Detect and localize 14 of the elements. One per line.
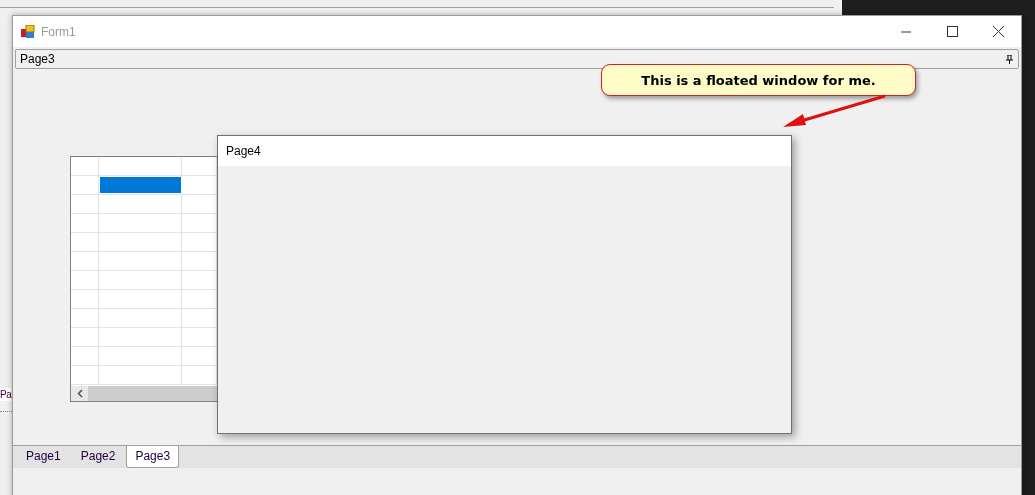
chevron-left-icon <box>76 389 83 398</box>
callout: This is a floated window for me. <box>601 64 916 96</box>
floating-window-title: Page4 <box>226 144 261 158</box>
scrollbar-thumb[interactable] <box>88 386 217 401</box>
panel-title: Page3 <box>20 52 55 66</box>
tab[interactable]: Page2 <box>71 446 125 468</box>
tab[interactable]: Page3 <box>126 446 180 468</box>
tab-label: Pa <box>0 388 12 401</box>
tab[interactable]: Page1 <box>17 446 70 468</box>
close-icon <box>992 26 1004 37</box>
app-icon <box>21 24 35 39</box>
maximize-icon <box>946 26 958 37</box>
window-title: Form1 <box>41 24 76 39</box>
pin-icon[interactable] <box>1006 54 1013 64</box>
